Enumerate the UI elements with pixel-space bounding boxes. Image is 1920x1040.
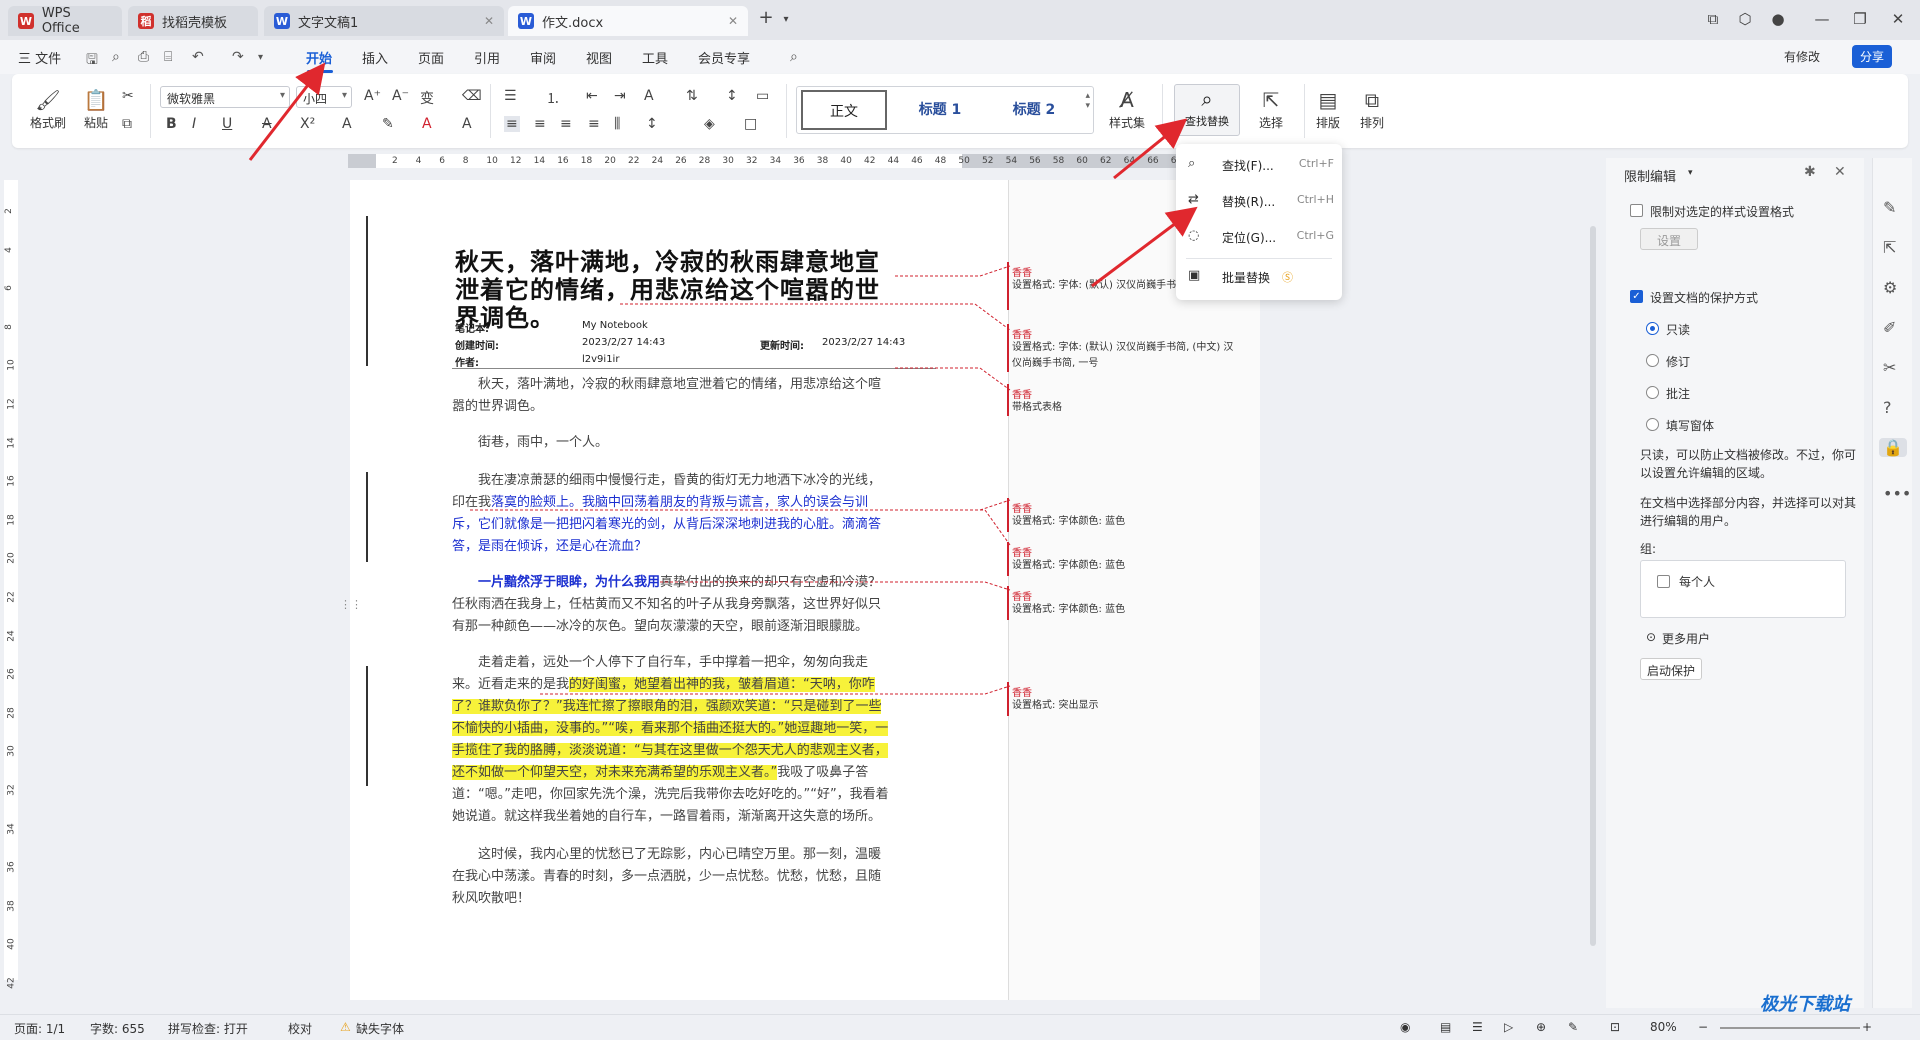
- proofread[interactable]: 校对: [288, 1020, 312, 1037]
- comment-radio[interactable]: [1646, 386, 1659, 399]
- option-label: 填写窗体: [1666, 419, 1715, 433]
- revision-radio[interactable]: [1646, 354, 1659, 367]
- search-icon: ⌕: [1188, 156, 1196, 171]
- comment-author: 香香: [1012, 688, 1032, 699]
- cursor-icon[interactable]: ⇱: [1883, 238, 1896, 257]
- panel-scrollbar[interactable]: [1606, 198, 1614, 918]
- more-users-link[interactable]: 更多用户: [1662, 630, 1710, 647]
- more-icon[interactable]: •••: [1883, 484, 1911, 503]
- comment-bar: [1007, 586, 1009, 620]
- shortcut: Ctrl+G: [1296, 229, 1334, 242]
- option-label: 批注: [1666, 387, 1691, 401]
- zoom-slider[interactable]: [1720, 1027, 1860, 1029]
- restrict-editing-panel: 限制编辑 ▾ ✱ ✕ 限制对选定的样式设置格式 设置 ✓ 设置文档的保护方式 只…: [1606, 158, 1864, 1008]
- menu-item-label: 查找(F)...: [1222, 159, 1274, 173]
- word-count[interactable]: 字数: 655: [90, 1020, 145, 1037]
- edit-description: 在文档中选择部分内容，并选择可以对其进行编辑的用户。: [1640, 496, 1857, 528]
- user-list-box: 每个人: [1640, 560, 1846, 618]
- close-icon[interactable]: ✕: [1834, 164, 1846, 180]
- group-label: 组:: [1640, 542, 1657, 556]
- zoom-level[interactable]: 80%: [1650, 1020, 1677, 1034]
- shortcut: Ctrl+H: [1296, 193, 1334, 206]
- page-count[interactable]: 页面: 1/1: [14, 1020, 65, 1037]
- goto-menu-item[interactable]: ◌ 定位(G)... Ctrl+G: [1186, 224, 1336, 250]
- comment-bar: [1007, 324, 1009, 372]
- zoom-in-icon[interactable]: +: [1862, 1020, 1872, 1034]
- form-radio[interactable]: [1646, 418, 1659, 431]
- comment-text[interactable]: 设置格式: 字体: (默认) 汉仪尚巍手书简, (中文) 汉仪尚巍手书简, 一号: [1012, 340, 1242, 372]
- start-protection-button[interactable]: 启动保护: [1640, 658, 1702, 680]
- comment-text[interactable]: 设置格式: 字体颜色: 蓝色: [1012, 602, 1242, 618]
- adjust-icon[interactable]: ⚙: [1883, 278, 1897, 297]
- spell-check[interactable]: 拼写检查: 打开: [168, 1020, 248, 1037]
- pen-icon[interactable]: ✎: [1568, 1020, 1578, 1034]
- replace-icon: ⇄: [1188, 192, 1199, 207]
- comment-author: 香香: [1012, 504, 1032, 515]
- shortcut: Ctrl+F: [1298, 157, 1334, 170]
- pen-icon[interactable]: ✎: [1883, 198, 1896, 217]
- comment-author: 香香: [1012, 548, 1032, 559]
- menu-item-label: 替换(R)...: [1222, 195, 1276, 209]
- goto-icon: ◌: [1188, 228, 1200, 243]
- comment-bar: [1007, 384, 1009, 416]
- vip-coin-icon: Ⓢ: [1282, 271, 1293, 284]
- limit-format-checkbox[interactable]: [1630, 204, 1643, 217]
- menu-divider: [1186, 258, 1332, 259]
- missing-font[interactable]: 缺失字体: [356, 1020, 404, 1037]
- protect-label: 设置文档的保护方式: [1650, 291, 1759, 305]
- batch-replace-menu-item[interactable]: ▣ 批量替换 Ⓢ: [1186, 264, 1336, 290]
- comment-text[interactable]: 设置格式: 字体颜色: 蓝色: [1012, 558, 1242, 574]
- everyone-checkbox[interactable]: [1657, 575, 1670, 588]
- comment-text[interactable]: 设置格式: 字体颜色: 蓝色: [1012, 514, 1242, 530]
- comment-text[interactable]: 带格式表格: [1012, 400, 1242, 416]
- tools-icon[interactable]: ✂: [1883, 358, 1896, 377]
- comment-bar: [1007, 682, 1009, 716]
- more-users-icon[interactable]: ⊙: [1646, 630, 1656, 644]
- help-icon[interactable]: ?: [1883, 398, 1892, 417]
- comment-author: 香香: [1012, 390, 1032, 401]
- find-menu-item[interactable]: ⌕ 查找(F)... Ctrl+F: [1186, 152, 1336, 178]
- comment-bar: [1007, 498, 1009, 532]
- find-replace-menu: ⌕ 查找(F)... Ctrl+F ⇄ 替换(R)... Ctrl+H ◌ 定位…: [1176, 144, 1342, 300]
- everyone-label: 每个人: [1679, 575, 1716, 589]
- menu-item-label: 定位(G)...: [1222, 231, 1277, 245]
- chevron-down-icon[interactable]: ▾: [1688, 168, 1693, 178]
- comment-author: 香香: [1012, 592, 1032, 603]
- settings-button[interactable]: 设置: [1640, 228, 1698, 250]
- readonly-radio[interactable]: [1646, 322, 1659, 335]
- web-view-icon[interactable]: ⊕: [1536, 1020, 1546, 1034]
- fit-icon[interactable]: ⊡: [1610, 1020, 1620, 1034]
- eye-icon[interactable]: ◉: [1400, 1020, 1410, 1034]
- lock-icon[interactable]: 🔒: [1879, 438, 1907, 457]
- option-label: 只读: [1666, 323, 1691, 337]
- status-bar: 页面: 1/1 字数: 655 拼写检查: 打开 校对 ⚠ 缺失字体 ◉ ▤ ☰…: [0, 1014, 1920, 1040]
- play-icon[interactable]: ▷: [1504, 1020, 1513, 1034]
- menu-item-label: 批量替换: [1222, 271, 1271, 285]
- comment-bar: [1007, 542, 1009, 576]
- readonly-description: 只读，可以防止文档被修改。不过，你可以设置允许编辑的区域。: [1640, 448, 1857, 480]
- comment-author: 香香: [1012, 268, 1032, 279]
- warning-icon: ⚠: [340, 1020, 351, 1034]
- edit-doc-icon[interactable]: ✐: [1883, 318, 1896, 337]
- outline-view-icon[interactable]: ☰: [1472, 1020, 1483, 1034]
- zoom-out-icon[interactable]: −: [1698, 1020, 1708, 1034]
- page-view-icon[interactable]: ▤: [1440, 1020, 1451, 1034]
- comment-text[interactable]: 设置格式: 突出显示: [1012, 698, 1242, 714]
- comment-bar: [1007, 262, 1009, 310]
- option-label: 修订: [1666, 355, 1691, 369]
- replace-menu-item[interactable]: ⇄ 替换(R)... Ctrl+H: [1186, 188, 1336, 214]
- document-scrollbar[interactable]: [1590, 226, 1596, 946]
- comment-author: 香香: [1012, 330, 1032, 341]
- watermark: 极光下载站: [1760, 994, 1850, 1015]
- panel-title: 限制编辑: [1624, 170, 1677, 185]
- batch-replace-icon: ▣: [1188, 268, 1201, 283]
- limit-format-label: 限制对选定的样式设置格式: [1650, 205, 1795, 219]
- protect-checkbox[interactable]: ✓: [1630, 290, 1643, 303]
- pin-icon[interactable]: ✱: [1804, 164, 1816, 180]
